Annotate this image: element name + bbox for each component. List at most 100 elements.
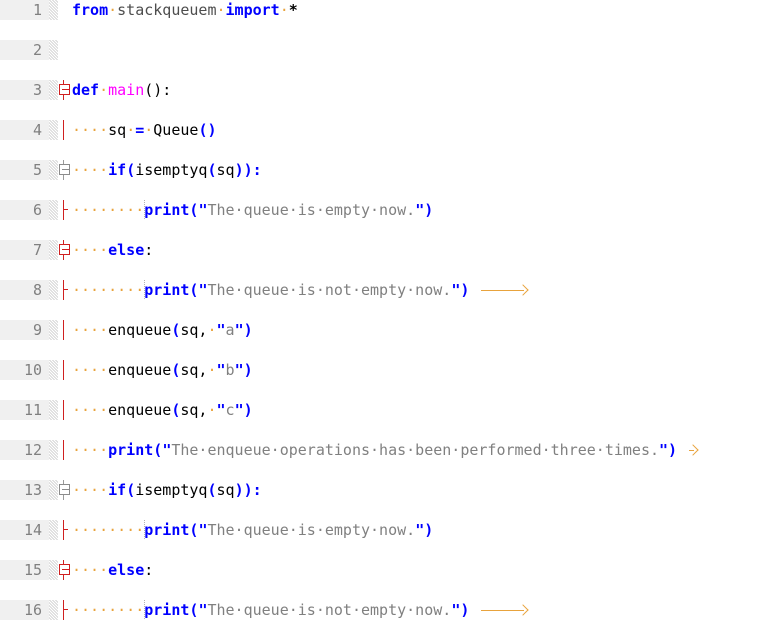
fold-margin[interactable] <box>58 160 72 180</box>
token: stackqueuem <box>117 1 217 19</box>
token: ) <box>460 601 470 619</box>
code-line[interactable]: 3 def·main(): <box>0 80 757 100</box>
code-text[interactable]: ····sq·=·Queue() <box>72 120 217 140</box>
gutter-separator <box>49 440 58 460</box>
token: " <box>162 441 172 459</box>
fold-margin[interactable] <box>58 120 72 140</box>
fold-margin[interactable] <box>58 520 72 540</box>
token: ( <box>126 161 136 179</box>
gutter-separator <box>49 240 58 260</box>
token: if <box>108 481 127 499</box>
token: The·queue·is·empty·now. <box>207 521 416 539</box>
code-text[interactable]: ····if(isemptyq(sq)): <box>72 480 262 500</box>
code-line[interactable]: 4 ····sq·=·Queue() <box>0 120 757 140</box>
fold-margin[interactable] <box>58 320 72 340</box>
fold-line <box>63 520 64 540</box>
fold-margin[interactable] <box>58 440 72 460</box>
code-text[interactable]: ········print("The·queue·is·not·empty·no… <box>72 280 530 300</box>
fold-collapse-icon[interactable] <box>59 564 70 575</box>
code-line[interactable]: 6 ········print("The·queue·is·empty·now."… <box>0 200 757 220</box>
code-text[interactable]: def·main(): <box>72 80 171 100</box>
code-line[interactable]: 14 ········print("The·queue·is·empty·now.… <box>0 520 757 540</box>
token: enqueue <box>108 321 172 339</box>
fold-margin[interactable] <box>58 0 72 20</box>
token: " <box>216 401 226 419</box>
line-number: 7 <box>0 240 49 260</box>
code-line[interactable]: 2 <box>0 40 757 60</box>
fold-margin[interactable] <box>58 280 72 300</box>
code-text[interactable]: ········print("The·queue·is·not·empty·no… <box>72 600 530 620</box>
code-text[interactable]: ········print("The·queue·is·empty·now.") <box>72 520 433 540</box>
token: · <box>99 81 109 99</box>
gutter-separator <box>49 160 58 180</box>
line-number: 3 <box>0 80 49 100</box>
token: " <box>234 321 244 339</box>
fold-collapse-icon[interactable] <box>59 84 70 95</box>
fold-margin[interactable] <box>58 480 72 500</box>
code-text[interactable]: from·stackqueuem·import·* <box>72 0 298 20</box>
fold-collapse-icon[interactable] <box>59 164 70 175</box>
code-text[interactable]: ····enqueue(sq,·"b") <box>72 360 253 380</box>
fold-collapse-icon[interactable] <box>59 484 70 495</box>
fold-branch-tick <box>63 289 68 290</box>
token: def <box>72 81 100 99</box>
code-text[interactable]: ····else: <box>72 560 153 580</box>
token: ···· <box>72 361 109 379</box>
fold-line <box>63 440 64 460</box>
gutter-separator <box>49 480 58 500</box>
fold-margin[interactable] <box>58 400 72 420</box>
code-line[interactable]: 12 ····print("The·enqueue·operations·has·… <box>0 440 757 460</box>
code-line[interactable]: 7 ····else: <box>0 240 757 260</box>
token: ········ <box>72 281 145 299</box>
code-text[interactable]: ····enqueue(sq,·"a") <box>72 320 253 340</box>
code-line[interactable]: 15 ····else: <box>0 560 757 580</box>
code-text[interactable]: ····print("The·enqueue·operations·has·be… <box>72 440 700 460</box>
line-number: 4 <box>0 120 49 140</box>
token: isemptyq <box>135 481 208 499</box>
token: ) <box>243 321 253 339</box>
line-number: 8 <box>0 280 49 300</box>
code-line[interactable]: 11 ····enqueue(sq,·"c") <box>0 400 757 420</box>
fold-margin[interactable] <box>58 200 72 220</box>
line-number: 15 <box>0 560 49 580</box>
code-text[interactable]: ····enqueue(sq,·"c") <box>72 400 253 420</box>
line-number: 14 <box>0 520 49 540</box>
fold-collapse-icon[interactable] <box>59 244 70 255</box>
token: (): <box>144 81 172 99</box>
fold-margin[interactable] <box>58 560 72 580</box>
token: : <box>144 561 154 579</box>
token: · <box>207 321 217 339</box>
code-text[interactable]: ········print("The·queue·is·empty·now.") <box>72 200 433 220</box>
whitespace-arrow-icon <box>478 283 530 298</box>
gutter-separator <box>49 400 58 420</box>
token: " <box>415 201 425 219</box>
code-line[interactable]: 16 ········print("The·queue·is·not·empty·… <box>0 600 757 620</box>
code-editor[interactable]: 1 from·stackqueuem·import·* 2 3 def·main(): 4… <box>0 0 757 624</box>
token: * <box>288 1 298 19</box>
fold-margin[interactable] <box>58 600 72 620</box>
gutter-separator <box>49 320 58 340</box>
whitespace-arrow-icon <box>686 443 700 458</box>
gutter-separator <box>49 200 58 220</box>
fold-margin[interactable] <box>58 240 72 260</box>
fold-margin[interactable] <box>58 40 72 60</box>
token: sq <box>216 161 235 179</box>
line-number: 12 <box>0 440 49 460</box>
code-line[interactable]: 10 ····enqueue(sq,·"b") <box>0 360 757 380</box>
token: ) <box>460 281 470 299</box>
fold-margin[interactable] <box>58 360 72 380</box>
indent-guide <box>144 520 145 540</box>
fold-margin[interactable] <box>58 80 72 100</box>
code-line[interactable]: 1 from·stackqueuem·import·* <box>0 0 757 20</box>
code-line[interactable]: 8 ········print("The·queue·is·not·empty·n… <box>0 280 757 300</box>
code-text[interactable]: ····if(isemptyq(sq)): <box>72 160 262 180</box>
token: )): <box>234 481 262 499</box>
token: ( <box>207 481 217 499</box>
fold-branch-tick <box>63 609 68 610</box>
code-line[interactable]: 13 ····if(isemptyq(sq)): <box>0 480 757 500</box>
token: from <box>72 1 109 19</box>
code-text[interactable]: ····else: <box>72 240 153 260</box>
code-line[interactable]: 9 ····enqueue(sq,·"a") <box>0 320 757 340</box>
token: ···· <box>72 121 109 139</box>
code-line[interactable]: 5 ····if(isemptyq(sq)): <box>0 160 757 180</box>
